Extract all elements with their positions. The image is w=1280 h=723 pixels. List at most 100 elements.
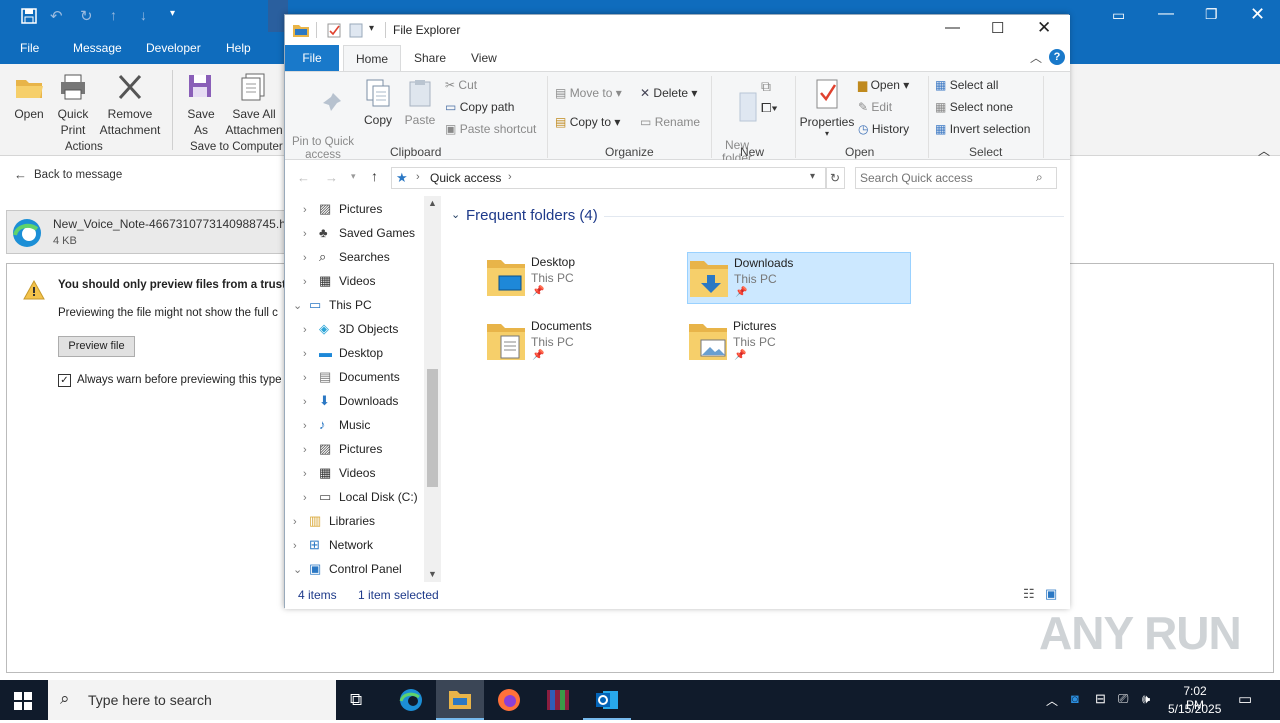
tab-home[interactable]: Home	[343, 45, 402, 72]
remove-attachment-button[interactable]: Remove Attachment	[96, 72, 164, 138]
tray-outlook-icon[interactable]: ◙	[1071, 691, 1079, 706]
chevron-right-icon[interactable]: ›	[303, 486, 319, 510]
taskbar-outlook[interactable]	[583, 680, 631, 720]
chevron-right-icon[interactable]: ›	[303, 270, 319, 294]
new-item-icon[interactable]: ⧉	[761, 78, 771, 95]
search-input[interactable]	[860, 170, 1030, 186]
maximize-icon[interactable]: ☐	[991, 19, 1004, 37]
redo-icon[interactable]: ↻	[80, 7, 93, 25]
invert-selection-button[interactable]: ▦ Invert selection	[935, 122, 1030, 136]
tab-view[interactable]: View	[459, 45, 509, 71]
move-to-button[interactable]: ▤ Move to ▾	[555, 86, 622, 100]
clock-date[interactable]: 5/15/2025	[1168, 702, 1221, 716]
open-attachment-button[interactable]: Open	[10, 72, 48, 122]
scroll-up-icon[interactable]: ▲	[428, 198, 437, 208]
nav-item[interactable]: › ♪ Music	[303, 413, 370, 437]
delete-button[interactable]: ✕ Delete ▾	[640, 86, 697, 100]
quick-print-button[interactable]: Quick Print	[53, 72, 93, 138]
scrollbar-thumb[interactable]	[427, 369, 438, 487]
down-arrow-icon[interactable]: ↓	[140, 7, 147, 23]
scroll-down-icon[interactable]: ▼	[428, 569, 437, 579]
menu-help[interactable]: Help	[226, 41, 251, 55]
new-folder-quick-icon[interactable]	[349, 23, 363, 38]
address-bar[interactable]: ★ › Quick access › ▾	[391, 167, 827, 189]
task-view-icon[interactable]: ⧉	[350, 690, 362, 710]
nav-item[interactable]: › ▦ Videos	[303, 269, 375, 293]
refresh-icon[interactable]: ↻	[825, 167, 845, 189]
nav-item[interactable]: ⌄ ▣ Control Panel	[293, 557, 402, 581]
quick-access-customize-icon[interactable]: ▾	[170, 8, 175, 19]
cut-button[interactable]: ✂ Cut	[445, 78, 477, 92]
chevron-right-icon[interactable]: ›	[293, 510, 309, 534]
section-collapse-icon[interactable]: ⌄	[451, 208, 460, 221]
history-button[interactable]: ◷ History	[858, 122, 909, 136]
nav-item[interactable]: ⌄ ▭ This PC	[293, 293, 372, 317]
paste-button[interactable]: Paste	[403, 78, 437, 127]
collapse-ribbon-icon[interactable]: ︿	[1030, 49, 1042, 66]
chevron-right-icon[interactable]: ›	[303, 342, 319, 366]
recent-locations-icon[interactable]: ▾	[351, 171, 356, 182]
windows-start-icon[interactable]	[14, 692, 32, 710]
always-warn-checkbox[interactable]: ✓	[58, 374, 71, 387]
nav-scrollbar[interactable]: ▲ ▼	[424, 196, 441, 582]
nav-item[interactable]: › ◈ 3D Objects	[303, 317, 398, 341]
nav-item[interactable]: › ▨ Pictures	[303, 197, 382, 221]
folder-tile[interactable]: Pictures This PC 📌	[687, 316, 911, 368]
nav-item[interactable]: › ⬇ Downloads	[303, 389, 398, 413]
close-icon[interactable]: ✕	[1037, 18, 1051, 38]
chevron-right-icon[interactable]: ›	[303, 366, 319, 390]
breadcrumb-quick-access[interactable]: Quick access	[430, 171, 501, 185]
preview-file-button[interactable]: Preview file	[58, 336, 135, 357]
taskbar-winrar[interactable]	[534, 680, 582, 720]
undo-icon[interactable]: ↶	[50, 7, 63, 25]
chevron-down-icon[interactable]: ⌄	[293, 294, 309, 318]
customize-qat-icon[interactable]: ▾	[369, 23, 374, 34]
nav-item[interactable]: › ⊞ Network	[293, 533, 373, 557]
details-view-icon[interactable]: ☷	[1023, 586, 1035, 602]
folder-tile[interactable]: Documents This PC 📌	[485, 316, 709, 368]
chevron-right-icon[interactable]: ›	[303, 390, 319, 414]
taskbar-firefox[interactable]	[485, 680, 533, 720]
nav-item[interactable]: › ▬ Desktop	[303, 341, 383, 365]
tab-file[interactable]: File	[285, 45, 339, 71]
save-as-button[interactable]: Save As	[182, 72, 220, 138]
tab-share[interactable]: Share	[402, 45, 458, 71]
menu-message[interactable]: Message	[73, 41, 122, 55]
taskbar-file-explorer[interactable]	[436, 680, 484, 720]
taskbar-edge[interactable]	[387, 680, 435, 720]
attachment-chip[interactable]: New_Voice_Note-4667310773140988745.htm 4…	[6, 210, 296, 254]
nav-item[interactable]: › ▤ Documents	[303, 365, 400, 389]
ribbon-display-icon[interactable]: ▭	[1112, 7, 1125, 24]
menu-file[interactable]: File	[20, 41, 39, 55]
folder-tile[interactable]: Downloads This PC 📌	[687, 252, 911, 304]
nav-item[interactable]: › ▨ Pictures	[303, 437, 382, 461]
back-arrow-icon[interactable]: ←	[14, 167, 27, 182]
restore-icon[interactable]: ❐	[1205, 6, 1218, 23]
address-dropdown-icon[interactable]: ▾	[810, 171, 815, 182]
tray-device-icon[interactable]: ⊟	[1095, 691, 1106, 707]
nav-item[interactable]: › ♣ Saved Games	[303, 221, 415, 245]
back-to-message-link[interactable]: Back to message	[34, 169, 122, 181]
volume-icon[interactable]: 🕪	[1142, 691, 1150, 707]
up-nav-icon[interactable]: ↑	[371, 168, 378, 184]
menu-developer[interactable]: Developer	[146, 41, 201, 55]
properties-button[interactable]: Properties ▾	[799, 78, 855, 138]
rename-button[interactable]: ▭ Rename	[640, 115, 700, 129]
back-nav-icon[interactable]: ←	[297, 170, 310, 185]
save-icon[interactable]	[21, 8, 37, 24]
chevron-right-icon[interactable]: ›	[303, 414, 319, 438]
tray-chevron-icon[interactable]: ︿	[1046, 692, 1058, 709]
paste-shortcut-button[interactable]: ▣ Paste shortcut	[445, 122, 536, 136]
select-all-button[interactable]: ▦ Select all	[935, 78, 998, 92]
section-title[interactable]: Frequent folders (4)	[466, 207, 598, 224]
copy-path-button[interactable]: ▭ Copy path	[445, 100, 514, 114]
network-icon[interactable]: ⎚	[1118, 691, 1128, 707]
notifications-icon[interactable]: ▭	[1238, 690, 1252, 708]
copy-to-button[interactable]: ▤ Copy to ▾	[555, 115, 620, 129]
chevron-right-icon[interactable]: ›	[303, 198, 319, 222]
easy-access-icon[interactable]: ⧠▾	[761, 100, 778, 116]
nav-item[interactable]: › ⌕ Searches	[303, 245, 390, 269]
edit-button[interactable]: ✎ Edit	[858, 100, 892, 114]
help-icon[interactable]: ?	[1049, 49, 1065, 65]
minimize-icon[interactable]: —	[1158, 5, 1174, 23]
